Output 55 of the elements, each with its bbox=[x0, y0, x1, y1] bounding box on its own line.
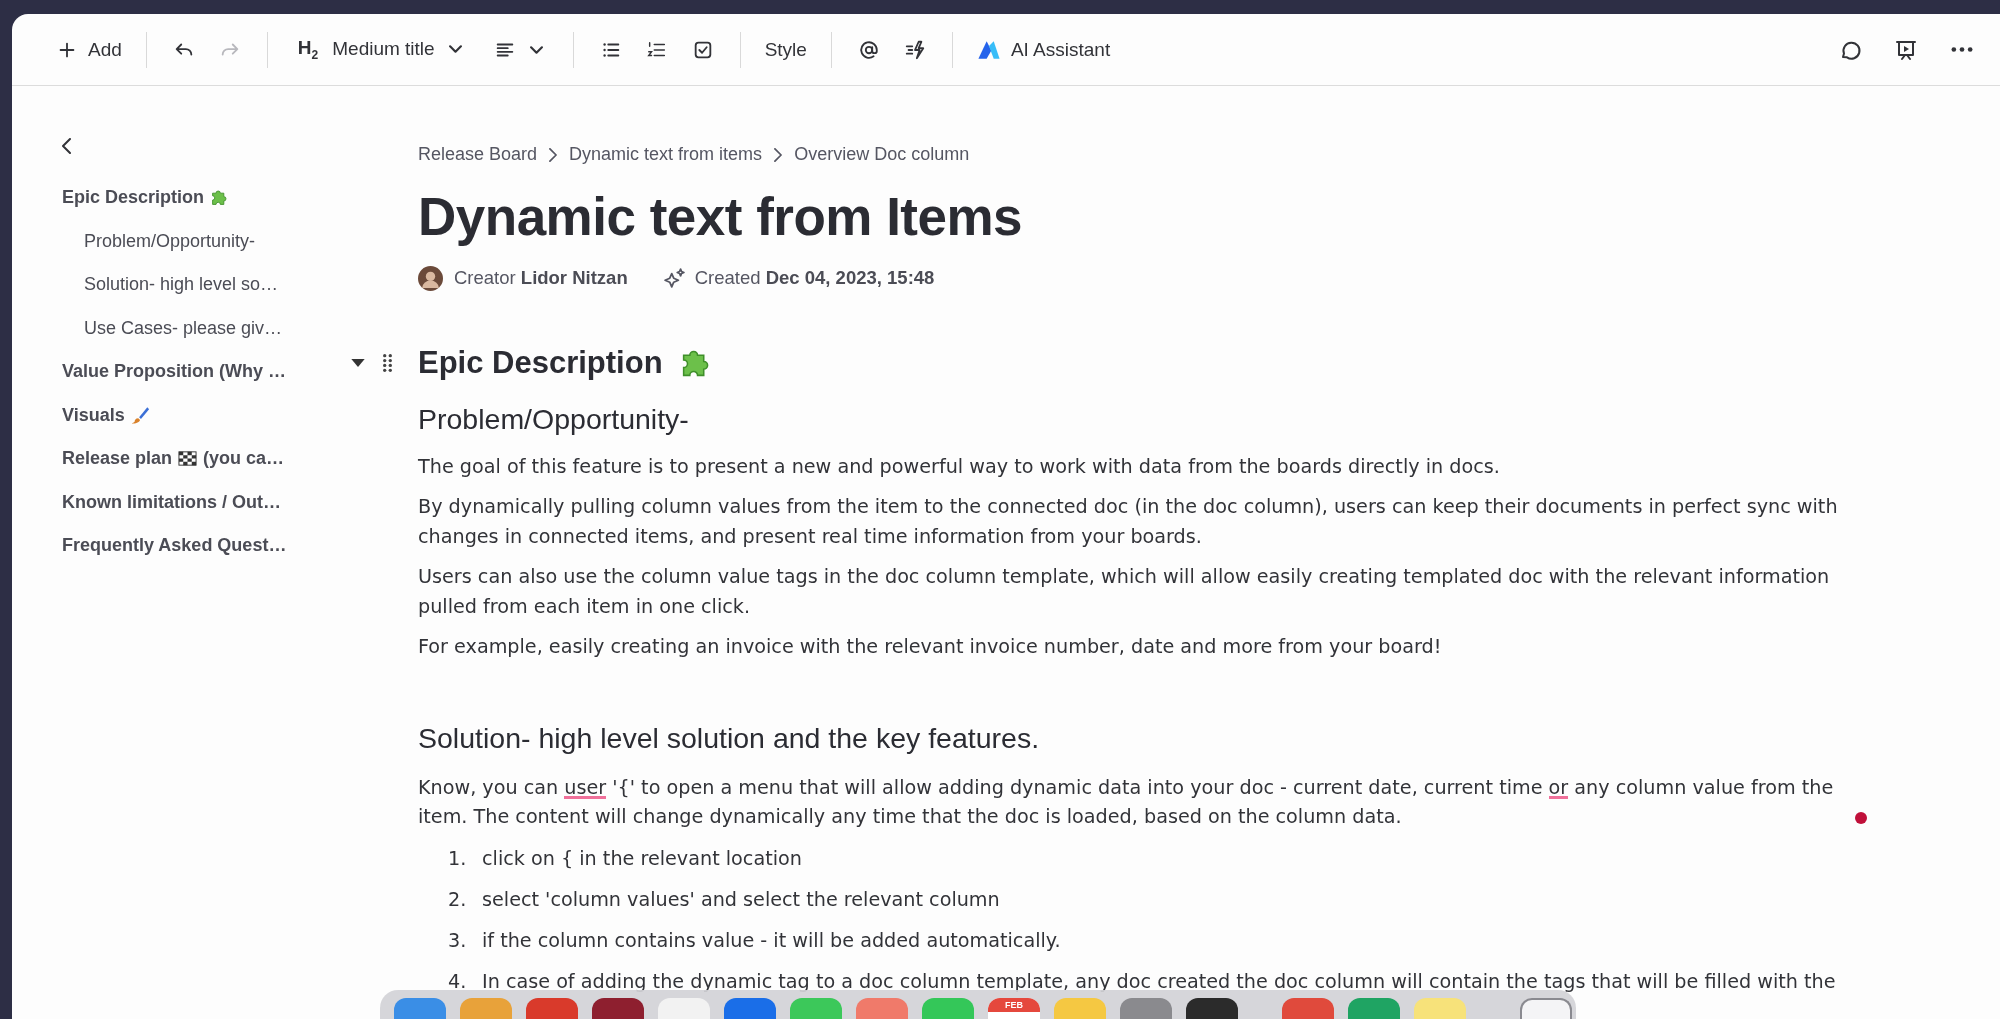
checkered-flag-icon bbox=[178, 449, 198, 469]
document-title: Dynamic text from Items bbox=[418, 187, 1024, 248]
outline-item[interactable]: Use Cases- please giv… bbox=[62, 306, 418, 350]
creator-text: Creator Lidor Nitzan bbox=[454, 267, 628, 290]
add-button[interactable]: Add bbox=[46, 32, 132, 67]
paragraph: The goal of this feature is to present a new and powerful way to work with data from the boards directly in docs. bbox=[418, 453, 1501, 480]
paragraph: For example, easily creating an invoice with the relevant invoice number, date and more from your board! bbox=[418, 634, 1443, 661]
outline-item[interactable]: Solution- high level so… bbox=[62, 263, 418, 307]
paragraph: Users can also use the column value tags in the doc column template, which will allow easily creating templated doc with the relevant information pulled from each item in one click. bbox=[418, 564, 1831, 620]
outline-item[interactable]: Epic Description bbox=[62, 176, 418, 220]
avatar-icon bbox=[418, 265, 443, 291]
ai-logo-icon bbox=[976, 39, 1001, 60]
lightning-icon bbox=[903, 38, 926, 61]
list-number: 4. bbox=[448, 969, 468, 993]
ai-assistant-button[interactable]: AI Assistant bbox=[966, 32, 1121, 67]
outline-item[interactable]: Problem/Opportunity- bbox=[62, 219, 418, 263]
paragraph: By dynamically pulling column values from the item to the connected doc (in the doc column), users can keep their documents in perfect sync with changes in connected items, and present real time information from your boards. bbox=[418, 494, 1839, 550]
at-sign-icon bbox=[857, 38, 880, 61]
paragraph: Know, you can user '{' to open a menu that will allow adding dynamic data into your doc - current date, current time or any column value from the item. The content will change dynamically any time that the doc is loaded, based on the column data. bbox=[418, 774, 1835, 831]
drag-handle-icon[interactable] bbox=[383, 353, 392, 372]
list-item: select 'column values' and select the relevant column bbox=[482, 887, 1000, 911]
created-date-text: Created Dec 04, 2023, 15:48 bbox=[694, 267, 935, 290]
list-number: 1. bbox=[448, 846, 468, 870]
outline-item[interactable]: Visuals bbox=[62, 393, 418, 437]
paintbrush-icon bbox=[130, 405, 150, 425]
breadcrumb-link[interactable]: Release Board bbox=[418, 144, 538, 165]
list-number: 2. bbox=[448, 887, 468, 911]
calendar-month: FEB bbox=[988, 998, 1040, 1012]
more-icon bbox=[1950, 46, 1974, 53]
chevron-down-icon bbox=[529, 45, 543, 54]
style-button[interactable]: Style bbox=[754, 32, 817, 67]
breadcrumb-link[interactable]: Overview Doc column bbox=[794, 144, 970, 165]
sparkle-icon bbox=[663, 268, 685, 289]
chevron-right-icon bbox=[774, 147, 783, 162]
list-item: if the column contains value - it will be added automatically. bbox=[482, 928, 1061, 952]
list-number: 3. bbox=[448, 928, 468, 952]
chevron-down-icon bbox=[448, 45, 462, 54]
section-heading: Epic Description bbox=[418, 344, 663, 381]
collapse-sidebar-button[interactable] bbox=[62, 138, 71, 154]
back-icon bbox=[62, 138, 71, 154]
outline-item[interactable]: Value Proposition (Why … bbox=[62, 350, 418, 394]
subsection-heading: Problem/Opportunity- bbox=[418, 402, 690, 436]
list-item: In case of adding the dynamic tag to a doc column template, any doc created the doc column will contain the tags that will be filled with the bbox=[482, 969, 1836, 993]
list-item: click on { in the relevant location bbox=[482, 846, 802, 870]
outline-item[interactable]: Frequently Asked Quest… bbox=[62, 524, 418, 568]
breadcrumb-link[interactable]: Dynamic text from items bbox=[569, 144, 763, 165]
outline-item[interactable]: Release plan (you ca… bbox=[62, 437, 418, 481]
block-type-dropdown[interactable]: H$_{2}$ Medium title bbox=[281, 31, 478, 68]
calendar-app-icon[interactable]: FEB bbox=[988, 998, 1040, 1019]
collapse-caret-icon[interactable] bbox=[351, 358, 365, 367]
puzzle-piece-icon bbox=[210, 188, 230, 208]
recording-dot-icon bbox=[1855, 812, 1867, 824]
subsection-heading: Solution- high level solution and the key features. bbox=[418, 721, 1041, 755]
chevron-right-icon bbox=[549, 147, 558, 162]
outline-item[interactable]: Known limitations / Out… bbox=[62, 480, 418, 524]
